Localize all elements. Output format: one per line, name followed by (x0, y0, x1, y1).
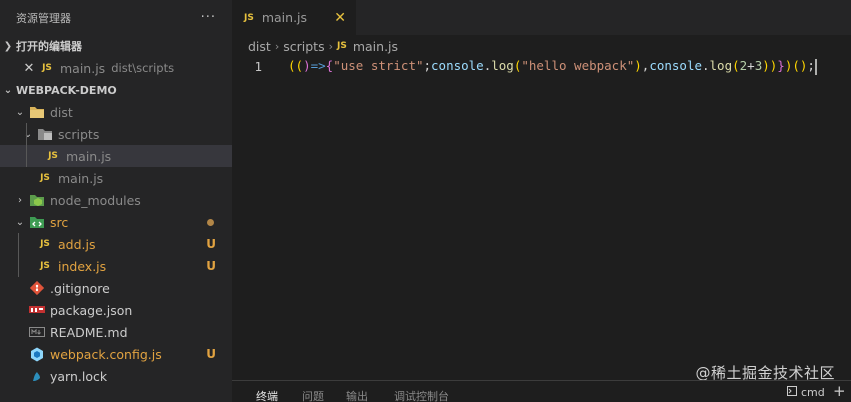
chevron-right-icon: › (18, 194, 22, 206)
tree-item-yarn-lock[interactable]: yarn.lock (0, 365, 232, 387)
explorer-title: 资源管理器 (16, 11, 71, 25)
tree-item-dist-main-js[interactable]: JS main.js (0, 167, 232, 189)
tree-item-dist[interactable]: ⌄ dist (0, 101, 232, 123)
js-file-icon: JS (42, 63, 52, 73)
chevron-down-icon: ⌄ (15, 216, 25, 228)
markdown-icon (28, 324, 46, 340)
open-editor-item-main-js[interactable]: ✕ JS main.js dist\scripts (0, 57, 232, 79)
npm-icon (28, 302, 46, 318)
tree-item-label: src (50, 214, 69, 230)
explorer-sidebar: 资源管理器 ··· ❯ 打开的编辑器 ✕ JS main.js dist\scr… (0, 0, 232, 402)
tree-item-label: node_modules (50, 192, 141, 208)
breadcrumb-item[interactable]: scripts (283, 39, 324, 54)
add-terminal-button[interactable]: + (833, 382, 846, 400)
tree-item-label: dist (50, 104, 73, 120)
tab-problems[interactable]: 问题 (302, 388, 324, 402)
tree-item-label: scripts (58, 126, 100, 142)
untracked-badge: U (206, 347, 216, 361)
editor-area: JS main.js ✕ dist › scripts › JS main.js… (232, 0, 851, 402)
tree-item-index-js[interactable]: JS index.js U (0, 255, 232, 277)
tab-label: main.js (261, 10, 308, 25)
tree-item-label: main.js (58, 170, 104, 186)
git-icon (28, 280, 46, 296)
chevron-down-icon: ⌄ (23, 128, 33, 140)
js-file-icon: JS (40, 173, 50, 183)
chevron-right-icon: › (274, 39, 280, 53)
tree-item-label: index.js (58, 258, 107, 274)
close-icon[interactable]: ✕ (334, 10, 346, 26)
tree-item-webpack-config[interactable]: webpack.config.js U (0, 343, 232, 365)
tree-item-label: webpack.config.js (50, 346, 162, 362)
tree-item-label: package.json (50, 302, 133, 318)
workspace-title: WEBPACK-DEMO (16, 83, 117, 97)
text-cursor (814, 58, 817, 75)
terminal-name[interactable]: cmd (801, 386, 825, 399)
open-editor-path: dist\scripts (111, 61, 175, 75)
tree-item-label: .gitignore (50, 280, 110, 296)
open-editor-label: main.js (60, 60, 106, 76)
tree-item-scripts-main-js[interactable]: JS main.js (0, 145, 232, 167)
close-icon[interactable]: ✕ (20, 61, 38, 76)
tree-item-label: yarn.lock (50, 368, 108, 384)
tab-debug-console[interactable]: 调试控制台 (394, 388, 449, 402)
breadcrumb: dist › scripts › JS main.js (232, 35, 851, 57)
chevron-down-icon: ⌄ (15, 106, 25, 118)
breadcrumb-item[interactable]: dist (248, 39, 271, 54)
breadcrumb-item[interactable]: main.js (353, 39, 398, 54)
modified-dot-icon (207, 218, 214, 226)
js-file-icon: JS (48, 151, 58, 161)
tree-item-readme[interactable]: README.md (0, 321, 232, 343)
yarn-icon (28, 368, 46, 384)
untracked-badge: U (206, 259, 216, 273)
js-file-icon: JS (244, 12, 254, 23)
tree-item-label: add.js (58, 236, 96, 252)
code-line-1[interactable]: 1 (()=>{"use strict";console.log("hello … (232, 57, 851, 76)
chevron-down-icon: ❯ (3, 40, 13, 52)
open-editors-title: 打开的编辑器 (16, 40, 82, 53)
workspace-section[interactable]: ⌄ WEBPACK-DEMO (0, 79, 232, 101)
code-content[interactable]: (()=>{"use strict";console.log("hello we… (276, 58, 817, 75)
untracked-badge: U (206, 237, 216, 251)
bottom-panel: 终端 问题 输出 调试控制台 cmd + (232, 380, 851, 402)
tree-item-node-modules[interactable]: › node_modules (0, 189, 232, 211)
src-folder-icon (28, 214, 46, 230)
chevron-right-icon: › (328, 39, 333, 53)
explorer-header: 资源管理器 ··· (0, 0, 232, 35)
tab-main-js[interactable]: JS main.js ✕ (232, 0, 356, 35)
more-actions-button[interactable]: ··· (201, 10, 216, 25)
chevron-down-icon: ⌄ (3, 84, 13, 96)
scripts-folder-icon (36, 126, 54, 142)
tree-item-label: README.md (50, 324, 128, 340)
tree-item-src[interactable]: ⌄ src (0, 211, 232, 233)
open-editors-section[interactable]: ❯ 打开的编辑器 (0, 35, 232, 57)
tree-item-package-json[interactable]: package.json (0, 299, 232, 321)
line-number: 1 (254, 59, 262, 74)
js-file-icon: JS (40, 239, 50, 249)
webpack-icon (28, 346, 46, 362)
node-folder-icon (28, 192, 46, 208)
folder-icon (28, 104, 46, 120)
tab-terminal[interactable]: 终端 (256, 388, 278, 402)
tree-item-gitignore[interactable]: .gitignore (0, 277, 232, 299)
tree-item-scripts[interactable]: ⌄ scripts (0, 123, 232, 145)
tree-item-label: main.js (66, 148, 112, 164)
js-file-icon: JS (337, 41, 347, 51)
js-file-icon: JS (40, 261, 50, 271)
tab-output[interactable]: 输出 (346, 388, 368, 402)
editor-tab-bar: JS main.js ✕ (232, 0, 851, 35)
tree-item-add-js[interactable]: JS add.js U (0, 233, 232, 255)
terminal-icon[interactable] (787, 386, 797, 399)
